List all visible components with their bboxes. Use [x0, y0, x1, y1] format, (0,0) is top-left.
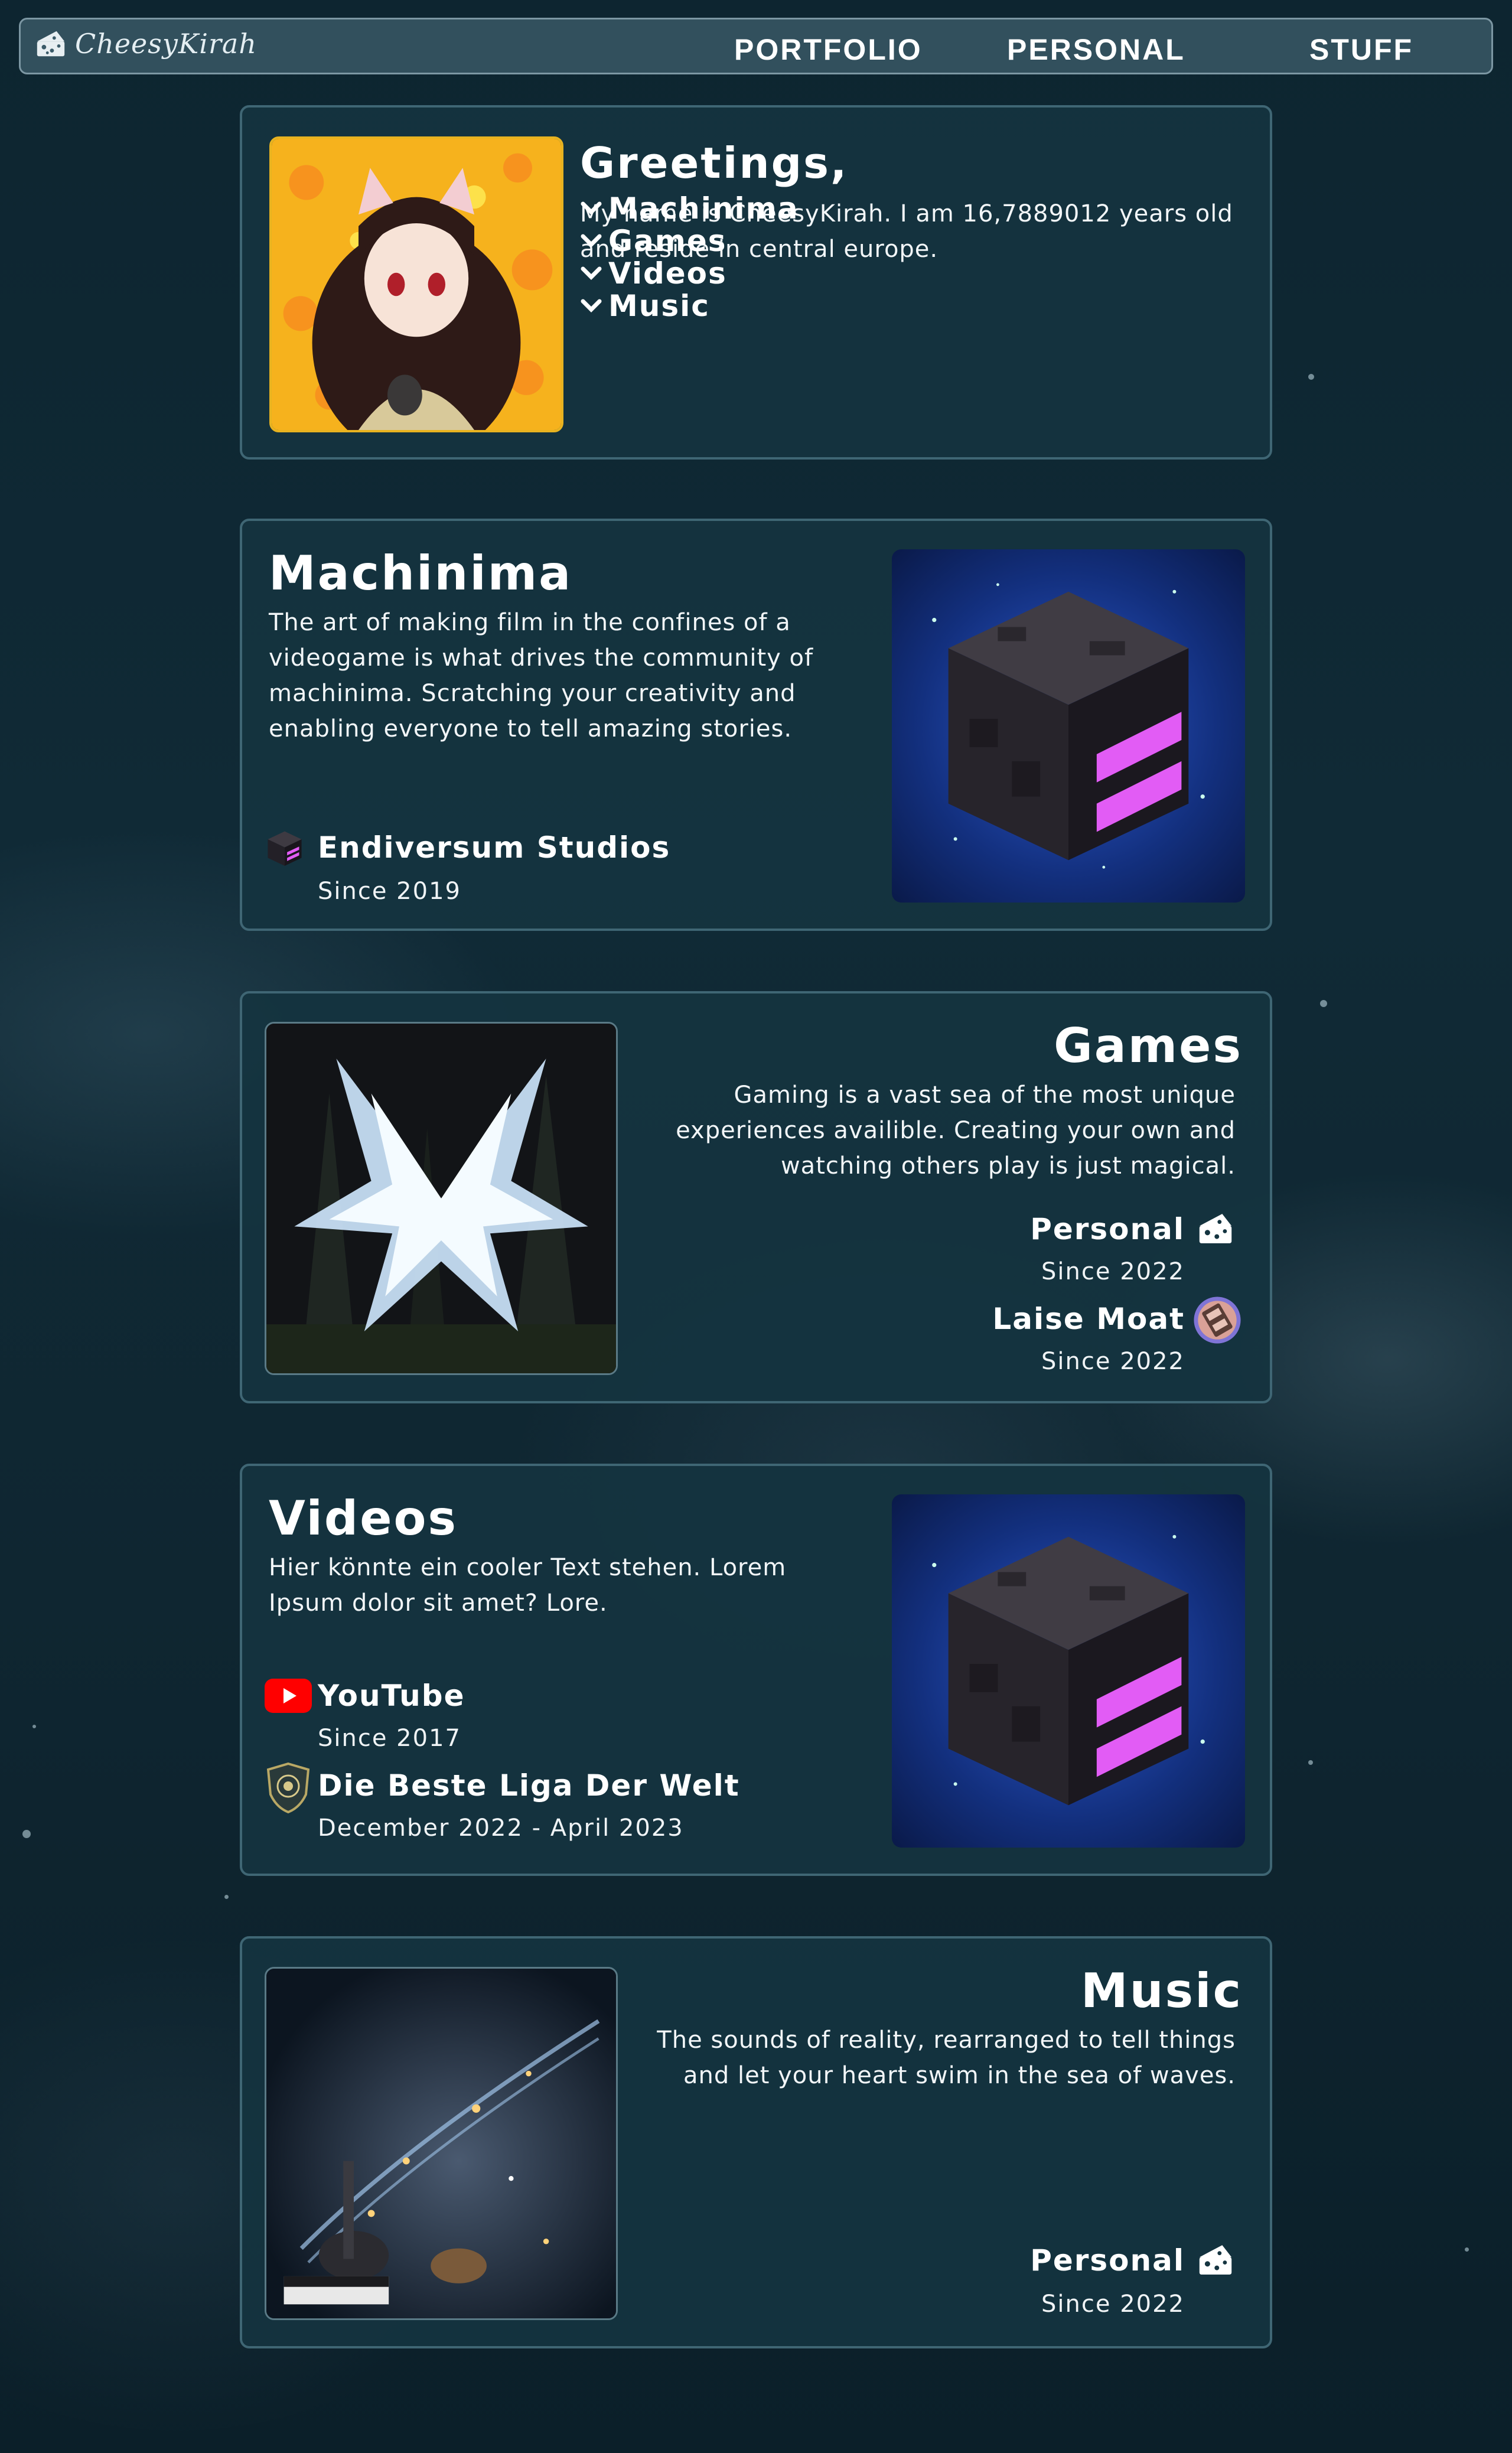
avatar: [269, 136, 563, 432]
project-name[interactable]: Laise Moat: [992, 1302, 1185, 1336]
section-link-music[interactable]: Music: [578, 288, 799, 323]
videos-text: Hier könnte ein cooler Text stehen. Lore…: [269, 1554, 787, 1617]
section-link-label: Videos: [608, 256, 727, 291]
youtube-icon: [265, 1679, 312, 1713]
laise-moat-icon: [1194, 1296, 1241, 1344]
machinima-image: [892, 549, 1245, 903]
brand-name: CheesyKirah: [75, 28, 257, 60]
nav-link-personal[interactable]: PERSONAL: [1007, 32, 1185, 67]
cheese-icon: [1199, 2245, 1232, 2275]
music-title: Music: [1080, 1963, 1243, 2018]
background-star: [1465, 2247, 1469, 2252]
section-link-label: Games: [608, 223, 727, 258]
section-link-games[interactable]: Games: [578, 223, 799, 258]
chevron-down-icon: [581, 234, 602, 247]
section-link-label: Machinima: [608, 191, 799, 226]
org-name[interactable]: Endiversum Studios: [318, 830, 670, 865]
background-star: [1308, 1760, 1313, 1765]
machinima-card: Machinima The art of making film in the …: [240, 519, 1272, 931]
games-image: [265, 1022, 618, 1375]
section-link-videos[interactable]: Videos: [578, 256, 799, 291]
section-links: Machinima Games Videos Music: [578, 191, 799, 323]
cheese-logo-icon: [37, 31, 65, 57]
project-since: Since 2022: [1041, 1258, 1185, 1285]
nav-link-portfolio[interactable]: PORTFOLIO: [734, 32, 923, 67]
project-since: Since 2022: [1041, 2291, 1185, 2318]
chevron-down-icon: [581, 266, 602, 280]
section-link-machinima[interactable]: Machinima: [578, 191, 799, 226]
background-star: [32, 1725, 36, 1728]
channel-name[interactable]: YouTube: [318, 1679, 465, 1713]
background-star: [1308, 374, 1314, 380]
ender-cube-icon: [268, 831, 302, 866]
machinima-text: The art of making film in the confines o…: [269, 609, 814, 742]
cheese-icon: [1199, 1214, 1232, 1243]
music-card: Music The sounds of reality, rearranged …: [240, 1936, 1272, 2348]
music-text: The sounds of reality, rearranged to tel…: [657, 2027, 1236, 2089]
project-name[interactable]: Personal: [1030, 1212, 1185, 1246]
games-card: Games Gaming is a vast sea of the most u…: [240, 991, 1272, 1403]
channel-since: Since 2017: [318, 1725, 461, 1752]
project-name[interactable]: Personal: [1030, 2243, 1185, 2278]
channel-name[interactable]: Die Beste Liga Der Welt: [318, 1768, 740, 1803]
channel-since: December 2022 - April 2023: [318, 1814, 684, 1842]
background-star: [22, 1830, 31, 1838]
music-image: [265, 1967, 618, 2320]
background-star: [1320, 1000, 1327, 1007]
videos-image: [892, 1494, 1245, 1848]
chevron-down-icon: [581, 201, 602, 215]
games-text: Gaming is a vast sea of the most unique …: [676, 1081, 1236, 1180]
videos-card: Videos Hier könnte ein cooler Text stehe…: [240, 1464, 1272, 1876]
project-since: Since 2022: [1041, 1348, 1185, 1375]
org-since: Since 2019: [318, 878, 461, 905]
section-link-label: Music: [608, 288, 710, 323]
videos-title: Videos: [269, 1491, 458, 1546]
nav-link-stuff[interactable]: STUFF: [1309, 32, 1413, 67]
background-star: [224, 1895, 229, 1899]
chevron-down-icon: [581, 299, 602, 312]
brand[interactable]: CheesyKirah: [34, 27, 257, 61]
machinima-title: Machinima: [269, 546, 573, 601]
greetings-title: Greetings,: [580, 138, 849, 188]
league-crest-icon: [266, 1762, 310, 1814]
top-nav: CheesyKirah PORTFOLIO PERSONAL STUFF: [19, 18, 1493, 74]
games-title: Games: [1054, 1018, 1243, 1073]
